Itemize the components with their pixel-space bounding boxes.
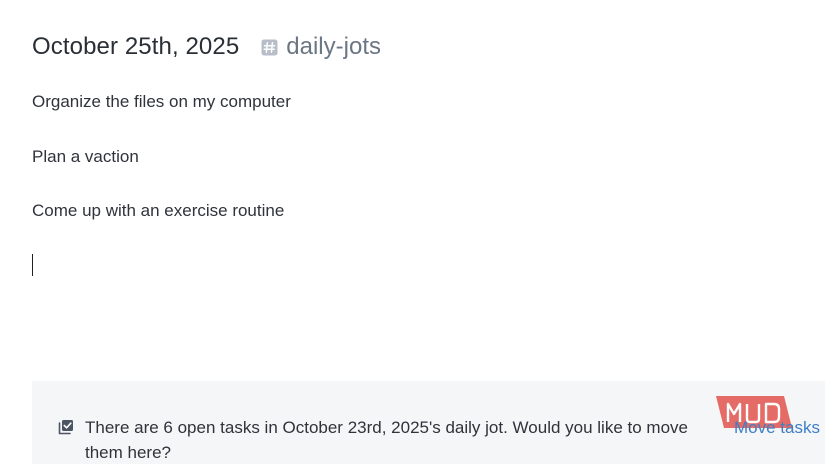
notice-message: There are 6 open tasks in October 23rd, … <box>85 418 688 462</box>
editor-line[interactable]: Come up with an exercise routine <box>32 199 812 223</box>
editor-line[interactable]: Plan a vaction <box>32 145 812 169</box>
page-title: October 25th, 2025 <box>32 33 240 60</box>
editor-line[interactable]: Organize the files on my computer <box>32 90 812 114</box>
move-tasks-link[interactable]: Move tasks <box>734 418 820 438</box>
tag-link[interactable]: daily-jots <box>261 33 381 61</box>
editor-content[interactable]: Organize the files on my computer Plan a… <box>32 90 812 254</box>
page-header: October 25th, 2025 daily-jots <box>32 30 381 64</box>
tag-label: daily-jots <box>286 33 381 60</box>
open-tasks-notice: There are 6 open tasks in October 23rd, … <box>32 381 825 464</box>
hashtag-icon <box>261 39 278 55</box>
text-cursor <box>32 254 33 276</box>
daily-jot-page: October 25th, 2025 daily-jots Organize t… <box>0 0 825 464</box>
tasks-checkbox-icon <box>58 420 73 435</box>
